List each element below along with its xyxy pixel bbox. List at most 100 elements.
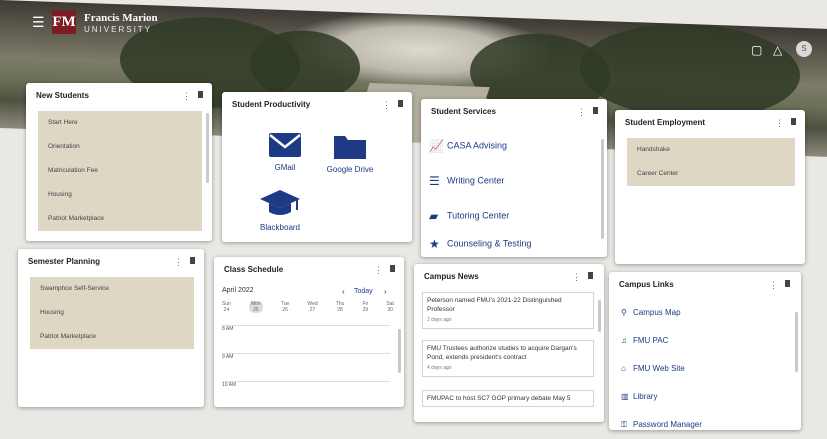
link-library[interactable]: ▥ Library — [621, 392, 657, 401]
app-gmail[interactable]: GMail — [260, 132, 310, 172]
bookmark-icon[interactable] — [398, 100, 403, 109]
list-item-patriot-marketplace[interactable]: Patriot Marketplace — [30, 325, 194, 349]
more-options-icon[interactable]: ⋮ — [769, 280, 778, 291]
bookmark-icon[interactable] — [593, 107, 598, 116]
day-column[interactable]: Fri 29 — [362, 301, 368, 313]
service-writing-center[interactable]: ☰ Writing Center — [429, 174, 504, 188]
bookmark-icon[interactable] — [390, 265, 395, 274]
card-campus-news: Campus News ⋮ Peterson named FMU's 2021-… — [414, 264, 604, 422]
card-title: Student Productivity — [232, 100, 311, 109]
day-column[interactable]: Sat 30 — [386, 301, 394, 313]
more-options-icon[interactable]: ⋮ — [174, 257, 183, 268]
news-headline: FMU Trustees authorize studies to acquir… — [427, 345, 577, 361]
library-icon: ▥ — [621, 392, 629, 401]
logo-subname: UNIVERSITY — [84, 25, 153, 34]
star-icon: ★ — [429, 237, 440, 251]
list-item-handshake[interactable]: Handshake — [627, 138, 795, 162]
card-title: Student Services — [431, 107, 496, 116]
list-item-patriot-marketplace[interactable]: Patriot Marketplace — [38, 207, 202, 231]
scrollbar[interactable] — [598, 300, 601, 332]
app-google-drive[interactable]: Google Drive — [318, 132, 382, 174]
more-options-icon[interactable]: ⋮ — [572, 272, 581, 283]
link-fmu-web-site[interactable]: ⌂ FMU Web Site — [621, 364, 685, 373]
time-slot: 10 AM — [222, 381, 390, 388]
card-title: Campus News — [424, 272, 479, 281]
prev-week-icon[interactable]: ‹ — [342, 287, 345, 296]
bookmark-icon[interactable] — [588, 272, 593, 281]
bookmark-icon[interactable] — [198, 91, 203, 100]
bookmark-icon[interactable] — [785, 280, 790, 289]
card-student-productivity: Student Productivity ⋮ GMail Google Driv… — [222, 92, 412, 242]
card-class-schedule: Class Schedule ⋮ April 2022 ‹ Today › Su… — [214, 257, 404, 407]
bell-icon[interactable]: △ — [773, 44, 782, 56]
calendar-icon[interactable]: ▢ — [751, 44, 762, 56]
news-age: 4 days ago — [427, 365, 452, 371]
home-icon: ⌂ — [621, 364, 626, 373]
time-slot: 8 AM — [222, 325, 390, 332]
news-item[interactable]: Peterson named FMU's 2021-22 Distinguish… — [422, 292, 594, 329]
more-options-icon[interactable]: ⋮ — [577, 107, 586, 118]
scrollbar[interactable] — [601, 139, 604, 239]
map-pin-icon: ⚲ — [621, 308, 627, 317]
bookmark-icon[interactable] — [791, 118, 796, 127]
book-icon: ▰ — [429, 209, 439, 223]
news-headline: FMUPAC to host SC7 GOP primary debate Ma… — [427, 395, 571, 402]
card-title: Semester Planning — [28, 257, 101, 266]
list-item-self-service[interactable]: Swamphox Self-Service — [30, 277, 194, 301]
logo-name: Francis Marion — [84, 12, 158, 24]
list-item-housing[interactable]: Housing — [30, 301, 194, 325]
scrollbar[interactable] — [206, 113, 209, 183]
university-logo[interactable]: FM — [52, 10, 76, 34]
scrollbar[interactable] — [398, 329, 401, 373]
link-list: Handshake Career Center — [627, 138, 795, 186]
service-casa-advising[interactable]: 📈 CASA Advising — [429, 139, 507, 153]
link-list: Swamphox Self-Service Housing Patriot Ma… — [30, 277, 194, 349]
card-semester-planning: Semester Planning ⋮ Swamphox Self-Servic… — [18, 249, 204, 407]
more-options-icon[interactable]: ⋮ — [182, 91, 191, 102]
link-fmu-pac[interactable]: ♫ FMU PAC — [621, 336, 668, 345]
day-column[interactable]: Tue 26 — [281, 301, 289, 313]
card-student-employment: Student Employment ⋮ Handshake Career Ce… — [615, 110, 805, 264]
scrollbar[interactable] — [795, 312, 798, 372]
service-tutoring-center[interactable]: ▰ Tutoring Center — [429, 209, 509, 223]
service-counseling-testing[interactable]: ★ Counseling & Testing — [429, 237, 531, 251]
day-column-selected[interactable]: Mon 25 — [249, 301, 263, 313]
news-item[interactable]: FMUPAC to host SC7 GOP primary debate Ma… — [422, 390, 594, 407]
day-column[interactable]: Thu 28 — [336, 301, 345, 313]
more-options-icon[interactable]: ⋮ — [382, 100, 391, 111]
hamburger-menu-icon[interactable]: ☰ — [32, 15, 45, 29]
next-week-icon[interactable]: › — [384, 287, 387, 296]
list-item-orientation[interactable]: Orientation — [38, 135, 202, 159]
user-avatar[interactable]: S — [796, 41, 812, 57]
card-title: New Students — [36, 91, 89, 100]
link-password-manager[interactable]: ⚿ Password Manager — [621, 420, 702, 430]
mail-icon — [269, 133, 301, 157]
more-options-icon[interactable]: ⋮ — [374, 265, 383, 276]
day-column[interactable]: Wed 27 — [307, 301, 317, 313]
news-age: 2 days ago — [427, 317, 452, 323]
today-button[interactable]: Today — [354, 288, 373, 295]
week-days: Sun 24 Mon 25 Tue 26 Wed 27 Thu 28 Fri 29 Sat 3… — [222, 301, 394, 313]
text-align-icon: ☰ — [429, 174, 440, 188]
app-label: GMail — [274, 163, 296, 172]
month-label: April 2022 — [222, 287, 254, 294]
card-new-students: New Students ⋮ Start Here Orientation Ma… — [26, 83, 212, 241]
link-campus-map[interactable]: ⚲ Campus Map — [621, 308, 681, 317]
app-label: Google Drive — [326, 165, 374, 174]
card-campus-links: Campus Links ⋮ ⚲ Campus Map ♫ FMU PAC ⌂ FMU… — [609, 272, 801, 430]
card-title: Student Employment — [625, 118, 706, 127]
day-column[interactable]: Sun 24 — [222, 301, 231, 313]
list-item-matriculation-fee[interactable]: Matriculation Fee — [38, 159, 202, 183]
music-icon: ♫ — [621, 336, 627, 345]
list-item-career-center[interactable]: Career Center — [627, 162, 795, 186]
app-blackboard[interactable]: Blackboard — [252, 188, 308, 232]
list-item-start-here[interactable]: Start Here — [38, 111, 202, 135]
list-item-housing[interactable]: Housing — [38, 183, 202, 207]
card-title: Class Schedule — [224, 265, 284, 274]
bookmark-icon[interactable] — [190, 257, 195, 266]
time-slot: 9 AM — [222, 353, 390, 360]
more-options-icon[interactable]: ⋮ — [775, 118, 784, 129]
app-label: Blackboard — [259, 223, 301, 232]
news-item[interactable]: FMU Trustees authorize studies to acquir… — [422, 340, 594, 377]
graduation-cap-icon — [260, 190, 300, 215]
